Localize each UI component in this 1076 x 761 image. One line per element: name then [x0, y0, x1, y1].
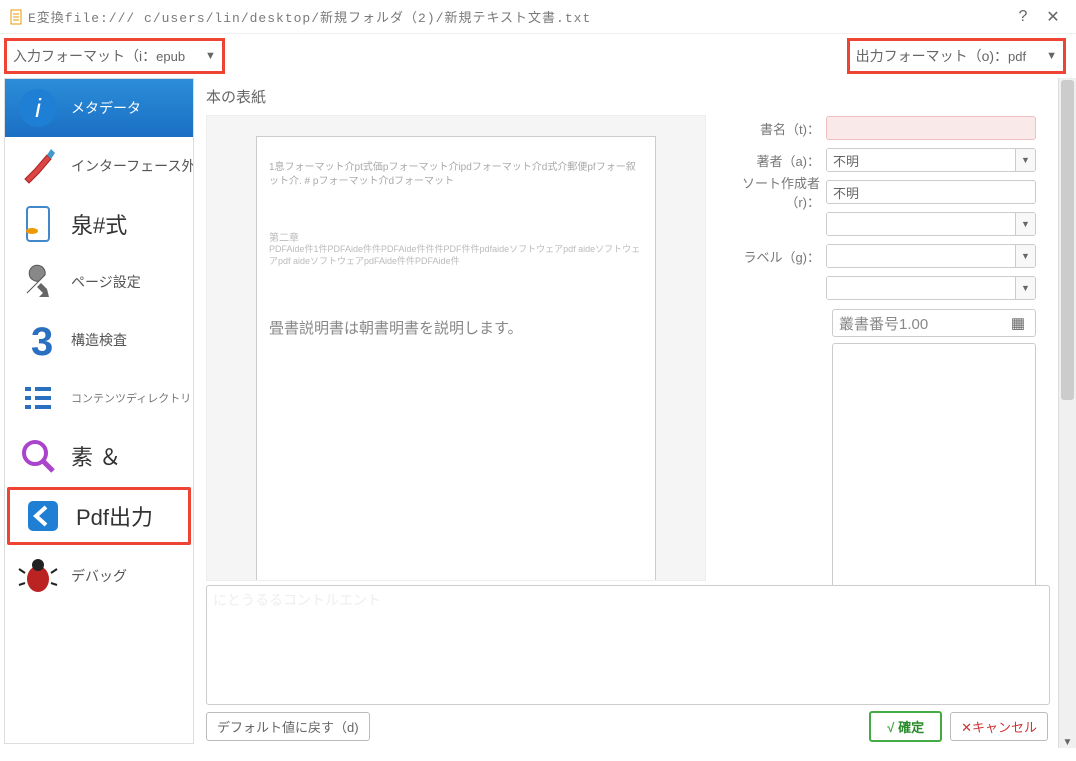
chevron-down-icon[interactable]: ▼	[1015, 213, 1035, 235]
content-area: 本の表紙 1息フォーマット介pt式価pフォーマット介ipdフォーマット介d式介郵…	[198, 78, 1076, 748]
series-number[interactable]: 叢書番号1.00 ▦	[832, 309, 1036, 337]
help-button[interactable]: ?	[1008, 2, 1038, 32]
output-format-value: pdf	[1008, 49, 1026, 64]
ok-button[interactable]: √ 確定	[869, 711, 942, 742]
cancel-button[interactable]: ✕キャンセル	[950, 712, 1048, 741]
title-bar: E変換file:/// c/users/lin/desktop/新規フォルダ（2…	[0, 0, 1076, 34]
sidebar: i メタデータ インターフェース外観 泉#式 ページ設定 3 構造検査 コンテン…	[4, 78, 194, 744]
sidebar-item-label: メタデータ	[71, 98, 141, 118]
arrow-left-icon	[20, 493, 66, 539]
title-label: 書名（t)：	[716, 119, 826, 138]
footer-buttons: デフォルト値に戻す（d) √ 確定 ✕キャンセル	[206, 705, 1058, 748]
wrench-icon	[15, 259, 61, 305]
scrollbar[interactable]: ▲ ▼	[1058, 78, 1076, 748]
sidebar-item-toc[interactable]: コンテンツディレクトリ	[5, 369, 193, 427]
search-icon	[15, 433, 61, 479]
reset-defaults-button[interactable]: デフォルト値に戻す（d)	[206, 712, 370, 741]
lower-text-box[interactable]: にとうるるコントルエント	[206, 585, 1050, 705]
label-label: ラベル（g)：	[716, 247, 826, 266]
comments-box[interactable]	[832, 343, 1036, 593]
cover-preview: 1息フォーマット介pt式価pフォーマット介ipdフォーマット介d式介郵便pfフォ…	[206, 115, 706, 581]
info-icon: i	[15, 85, 61, 131]
author-input[interactable]: ▼	[826, 148, 1036, 172]
blank-label	[716, 281, 826, 296]
scroll-down-icon[interactable]: ▼	[1059, 737, 1076, 748]
author-label: 著者（a)：	[716, 151, 826, 170]
sidebar-item-label: コンテンツディレクトリ	[71, 390, 191, 406]
input-format-label: 入力フォーマット（i：	[13, 46, 156, 66]
document-icon	[15, 201, 61, 247]
sidebar-item-page-setup[interactable]: ページ設定	[5, 253, 193, 311]
sidebar-item-pdf-output[interactable]: Pdf出力	[7, 487, 191, 545]
sidebar-item-label: Pdf出力	[76, 500, 153, 532]
chevron-down-icon: ▼	[1046, 50, 1057, 62]
brush-icon	[15, 143, 61, 189]
grid-icon[interactable]: ▦	[1007, 314, 1029, 332]
chevron-down-icon[interactable]: ▼	[1015, 277, 1035, 299]
chevron-down-icon: ▼	[205, 50, 216, 62]
preview-text: PDFAide件1件PDFAide件件PDFAide件件件PDF件件pdfaid…	[269, 244, 643, 267]
publisher-label	[716, 217, 826, 232]
sidebar-item-label: 素 ＆	[71, 440, 121, 472]
preview-page: 1息フォーマット介pt式価pフォーマット介ipdフォーマット介d式介郵便pfフォ…	[256, 136, 656, 581]
sidebar-item-search[interactable]: 素 ＆	[5, 427, 193, 485]
window-title: E変換file:/// c/users/lin/desktop/新規フォルダ（2…	[28, 7, 1008, 26]
input-format-value: epub	[156, 49, 185, 64]
blank-input[interactable]: ▼	[826, 276, 1036, 300]
bug-icon	[15, 553, 61, 599]
sidebar-item-metadata[interactable]: i メタデータ	[5, 79, 193, 137]
sidebar-item-structure[interactable]: 3 構造検査	[5, 311, 193, 369]
sidebar-item-label: デバッグ	[71, 566, 127, 586]
svg-text:3: 3	[31, 320, 53, 361]
sort-author-input[interactable]	[826, 180, 1036, 204]
document-icon	[8, 9, 24, 25]
sidebar-item-label: 構造検査	[71, 330, 127, 350]
sort-author-label: ソート作成者（r)：	[716, 173, 826, 211]
list-icon	[15, 375, 61, 421]
sidebar-item-heuristics[interactable]: 泉#式	[5, 195, 193, 253]
preview-text: 畳書説明書は朝書明書を説明します。	[269, 317, 643, 338]
chevron-down-icon[interactable]: ▼	[1015, 245, 1035, 267]
title-input[interactable]	[826, 116, 1036, 140]
number-icon: 3	[15, 317, 61, 363]
metadata-fields: 書名（t)： 著者（a)： ▼ ソート作成者（r)：	[712, 115, 1058, 581]
preview-text: 1息フォーマット介pt式価pフォーマット介ipdフォーマット介d式介郵便pfフォ…	[269, 161, 643, 189]
chevron-down-icon[interactable]: ▼	[1015, 149, 1035, 171]
preview-chapter: 第二章	[269, 229, 643, 244]
format-bar: 入力フォーマット（i： epub ▼ 出力フォーマット（o)： pdf ▼	[0, 34, 1076, 78]
label-input[interactable]: ▼	[826, 244, 1036, 268]
sidebar-item-label: インターフェース外観	[71, 156, 194, 176]
input-format-combo[interactable]: 入力フォーマット（i： epub ▼	[4, 38, 225, 74]
output-format-label: 出力フォーマット（o)：	[856, 46, 1008, 66]
sidebar-item-label: ページ設定	[71, 272, 141, 292]
close-button[interactable]: ✕	[1038, 2, 1068, 32]
sidebar-item-debug[interactable]: デバッグ	[5, 547, 193, 605]
output-format-combo[interactable]: 出力フォーマット（o)： pdf ▼	[847, 38, 1066, 74]
scroll-thumb[interactable]	[1061, 80, 1074, 400]
section-heading: 本の表紙	[206, 78, 1058, 115]
sidebar-item-look-feel[interactable]: インターフェース外観	[5, 137, 193, 195]
publisher-input[interactable]: ▼	[826, 212, 1036, 236]
sidebar-item-label: 泉#式	[71, 208, 127, 240]
placeholder-text: にとうるるコントルエント	[213, 590, 381, 610]
